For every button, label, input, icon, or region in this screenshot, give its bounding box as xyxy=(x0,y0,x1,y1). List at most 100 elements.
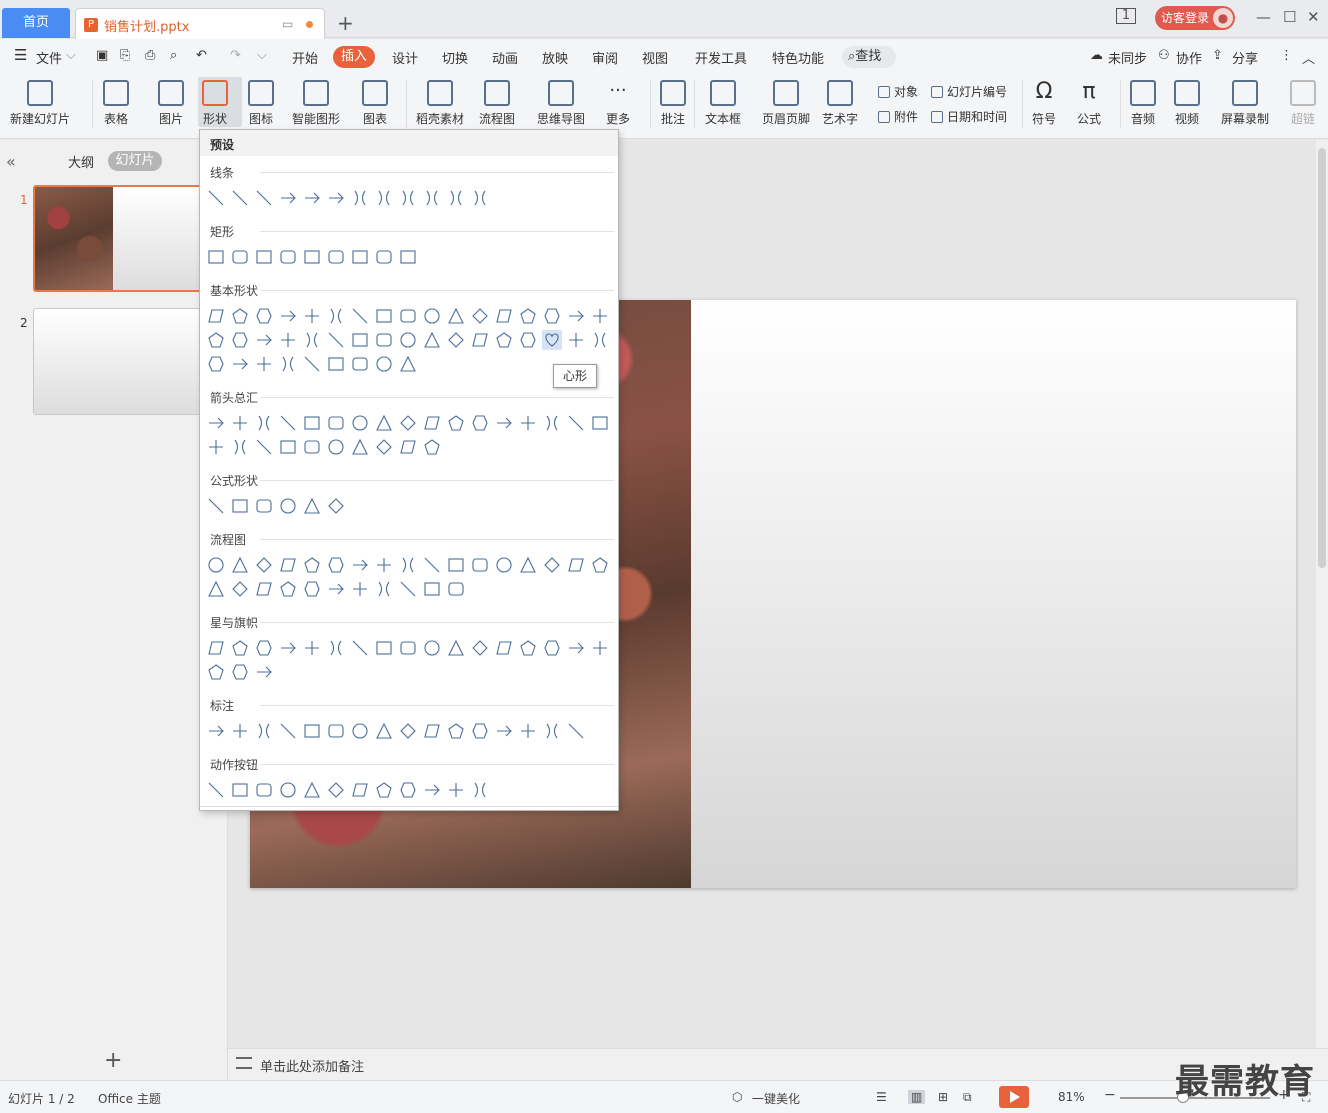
shape-option[interactable] xyxy=(470,188,490,208)
shape-option[interactable] xyxy=(278,330,298,350)
shape-option[interactable] xyxy=(230,437,250,457)
shape-option[interactable] xyxy=(398,579,418,599)
shape-option[interactable] xyxy=(278,555,298,575)
shape-option[interactable] xyxy=(254,188,274,208)
search-button[interactable]: ⌕查找 xyxy=(842,46,896,68)
shape-option[interactable] xyxy=(590,413,610,433)
shape-option[interactable] xyxy=(446,780,466,800)
shape-option[interactable] xyxy=(302,638,322,658)
shape-option[interactable] xyxy=(278,780,298,800)
new-slide-button[interactable]: 新建幻灯片 xyxy=(10,80,70,127)
add-slide-button[interactable]: + xyxy=(104,1048,122,1073)
shape-option[interactable] xyxy=(398,780,418,800)
slide-thumbnail-2[interactable] xyxy=(33,308,203,415)
notes-area[interactable]: 单击此处添加备注 xyxy=(228,1048,1328,1080)
file-menu[interactable]: 文件 xyxy=(36,48,62,67)
object-button[interactable]: 对象 xyxy=(878,83,918,100)
chevron-down-icon[interactable]: ⌵ xyxy=(66,48,76,63)
shape-option[interactable] xyxy=(254,354,274,374)
shape-option[interactable] xyxy=(278,721,298,741)
shape-option[interactable] xyxy=(230,496,250,516)
tab-developer[interactable]: 开发工具 xyxy=(695,48,747,67)
shape-option[interactable] xyxy=(494,413,514,433)
shape-option[interactable] xyxy=(254,662,274,682)
minimize-icon[interactable]: — xyxy=(1256,8,1271,26)
print-icon[interactable]: ⎙ xyxy=(145,48,155,63)
shape-option[interactable] xyxy=(230,413,250,433)
shape-option[interactable] xyxy=(422,306,442,326)
beautify-button[interactable]: 一键美化 xyxy=(752,1090,800,1107)
shape-option[interactable] xyxy=(302,780,322,800)
shape-option[interactable] xyxy=(590,638,610,658)
collab-button[interactable]: 协作 xyxy=(1176,48,1202,67)
collapse-ribbon-icon[interactable]: ︿ xyxy=(1302,48,1315,67)
shape-option[interactable] xyxy=(254,330,274,350)
shape-option[interactable] xyxy=(398,188,418,208)
shape-option[interactable] xyxy=(518,330,538,350)
shape-option[interactable] xyxy=(446,721,466,741)
vertical-scrollbar[interactable] xyxy=(1316,140,1328,1048)
shape-option[interactable] xyxy=(302,555,322,575)
shape-option[interactable] xyxy=(350,555,370,575)
shape-option[interactable] xyxy=(542,638,562,658)
shape-option[interactable] xyxy=(422,330,442,350)
shape-option[interactable] xyxy=(254,780,274,800)
shape-option[interactable] xyxy=(374,780,394,800)
shape-option[interactable] xyxy=(278,354,298,374)
shape-option[interactable] xyxy=(398,354,418,374)
screen-record-button[interactable]: 屏幕录制 xyxy=(1221,80,1269,127)
shape-option[interactable] xyxy=(374,188,394,208)
close-icon[interactable]: ✕ xyxy=(1307,8,1320,26)
heart-shape-option[interactable] xyxy=(542,330,562,350)
shape-option[interactable] xyxy=(230,721,250,741)
shape-option[interactable] xyxy=(422,188,442,208)
zoom-out-icon[interactable]: − xyxy=(1104,1087,1116,1103)
quick-access-dropdown-icon[interactable]: ⌵ xyxy=(257,48,267,63)
undo-icon[interactable]: ↶ xyxy=(196,48,207,63)
shape-option[interactable] xyxy=(302,354,322,374)
shape-option[interactable] xyxy=(254,247,274,267)
redo-icon[interactable]: ↷ xyxy=(230,48,241,63)
shape-option[interactable] xyxy=(374,306,394,326)
shape-option[interactable] xyxy=(518,555,538,575)
audio-button[interactable]: 音频 xyxy=(1130,80,1156,127)
shape-option[interactable] xyxy=(566,721,586,741)
textbox-button[interactable]: 文本框 xyxy=(705,80,741,127)
shape-option[interactable] xyxy=(326,247,346,267)
shape-option[interactable] xyxy=(278,247,298,267)
shape-option[interactable] xyxy=(518,413,538,433)
shape-option[interactable] xyxy=(470,330,490,350)
shape-option[interactable] xyxy=(326,437,346,457)
maximize-icon[interactable]: ☐ xyxy=(1283,8,1296,26)
shape-option[interactable] xyxy=(374,437,394,457)
shape-option[interactable] xyxy=(326,721,346,741)
slide-number-button[interactable]: 幻灯片编号 xyxy=(931,83,1007,100)
shape-option[interactable] xyxy=(254,555,274,575)
shape-option[interactable] xyxy=(278,188,298,208)
shape-option[interactable] xyxy=(494,555,514,575)
shape-option[interactable] xyxy=(446,413,466,433)
home-tab[interactable]: 首页 xyxy=(2,8,70,38)
shape-option[interactable] xyxy=(398,306,418,326)
shape-option[interactable] xyxy=(446,638,466,658)
shape-option[interactable] xyxy=(470,721,490,741)
shape-option[interactable] xyxy=(206,306,226,326)
shape-option[interactable] xyxy=(230,188,250,208)
tab-start[interactable]: 开始 xyxy=(292,48,318,67)
chart-button[interactable]: 图表 xyxy=(362,80,388,127)
shape-option[interactable] xyxy=(254,579,274,599)
shape-option[interactable] xyxy=(470,413,490,433)
monitor-icon[interactable]: ▭ xyxy=(282,17,293,31)
shape-option[interactable] xyxy=(374,555,394,575)
shape-option[interactable] xyxy=(518,721,538,741)
zoom-level[interactable]: 81% xyxy=(1058,1090,1085,1104)
shape-option[interactable] xyxy=(398,638,418,658)
mindmap-button[interactable]: 思维导图 xyxy=(537,80,585,127)
tab-design[interactable]: 设计 xyxy=(392,48,418,67)
shape-option[interactable] xyxy=(350,437,370,457)
shape-option[interactable] xyxy=(350,188,370,208)
shape-option[interactable] xyxy=(230,780,250,800)
shape-option[interactable] xyxy=(326,555,346,575)
shape-option[interactable] xyxy=(566,638,586,658)
shape-option[interactable] xyxy=(254,721,274,741)
